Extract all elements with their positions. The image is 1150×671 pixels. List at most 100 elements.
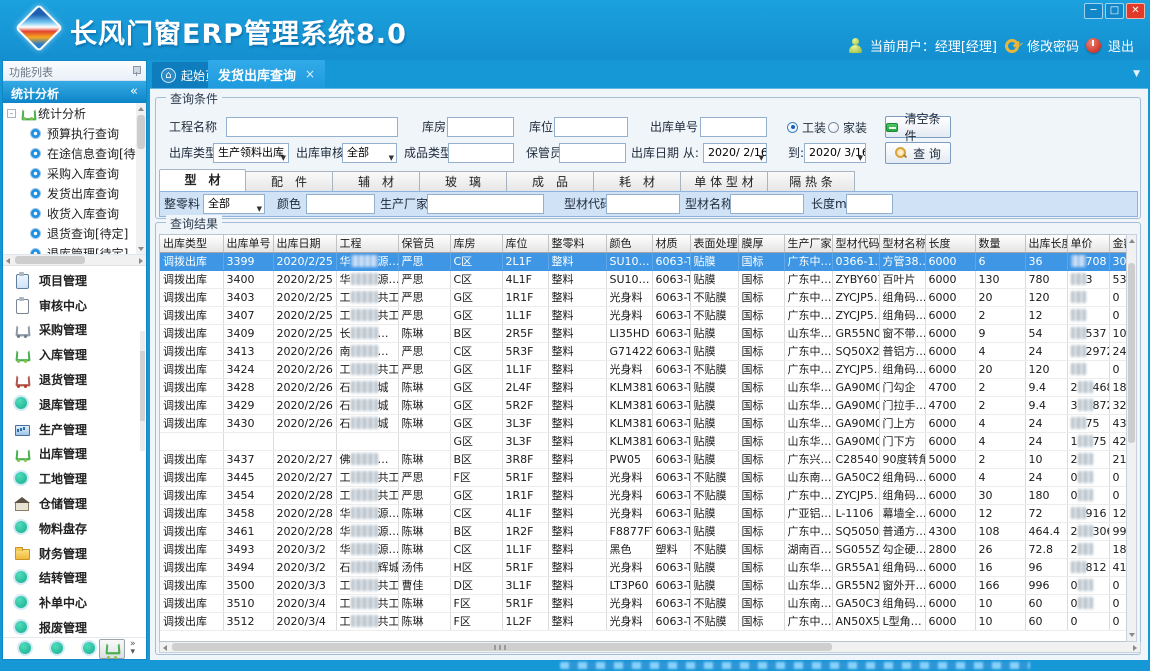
table-row[interactable]: 调拨出库35102020/3/4工共工程陈琳F区5R1F整料光身料6063-T5… [160, 594, 1130, 612]
maximize-button[interactable]: □ [1105, 3, 1124, 19]
column-header[interactable]: 颜色 [606, 235, 652, 252]
scroll-right-icon[interactable] [1133, 645, 1137, 651]
column-header[interactable]: 库房 [450, 235, 502, 252]
material-tab-8[interactable]: 隔 热 条 [768, 171, 855, 192]
material-tab-3[interactable]: 辅 材 [333, 171, 420, 192]
profile-name-input[interactable] [730, 194, 804, 214]
scrollbar-grip[interactable] [494, 645, 508, 650]
scroll-down-icon[interactable] [138, 247, 144, 251]
tree-item[interactable]: 收货入库查询 [3, 203, 146, 223]
table-row[interactable]: 调拨出库34072020/2/25工共工程严思G区1L1F整料光身料6063-T… [160, 306, 1130, 324]
sidebar-item-财务管理[interactable]: 财务管理 [3, 541, 146, 566]
sidebar-section-statistics[interactable]: 统计分析 « [3, 81, 146, 103]
column-header[interactable]: 库位 [502, 235, 548, 252]
scrollbar-thumb[interactable] [15, 256, 85, 264]
sidebar-item-采购管理[interactable]: 采购管理 [3, 318, 146, 343]
cart-shortcut-button[interactable] [99, 639, 125, 659]
table-row[interactable]: 调拨出库34292020/2/26石城陈琳G区5R2F整料KLM38176063… [160, 396, 1130, 414]
sidebar-item-结转管理[interactable]: 结转管理 [3, 566, 146, 591]
dot-icon[interactable] [19, 642, 31, 654]
dot-icon[interactable] [51, 642, 63, 654]
column-header[interactable]: 生产厂家 [784, 235, 832, 252]
logout-link[interactable]: 退出 [1108, 36, 1134, 55]
sidebar-item-补单中心[interactable]: 补单中心 [3, 590, 146, 615]
length-input[interactable] [846, 194, 893, 214]
sidebar-item-审核中心[interactable]: 审核中心 [3, 293, 146, 318]
tree-item[interactable]: 退货查询[待定] [3, 223, 146, 243]
table-row[interactable]: 调拨出库34452020/2/27工共工程严思F区5R1F整料光身料6063-T… [160, 468, 1130, 486]
column-header[interactable]: 单价 [1067, 235, 1109, 252]
location-input[interactable] [554, 117, 628, 137]
table-vertical-scrollbar[interactable] [1126, 234, 1137, 642]
material-tab-5[interactable]: 成 品 [507, 171, 594, 192]
outbound-type-select[interactable]: 生产领料出库 [213, 143, 289, 163]
overflow-button[interactable]: »▾ [130, 640, 136, 656]
date-from-picker[interactable]: 2020/ 2/16 [703, 143, 767, 163]
column-header[interactable]: 型材代码 [832, 235, 879, 252]
keeper-input[interactable] [559, 143, 626, 163]
sidebar-item-物料盘存[interactable]: 物料盘存 [3, 516, 146, 541]
tab-overflow-caret-icon[interactable]: ▼ [1133, 69, 1140, 79]
material-tab-1[interactable]: 型 材 [159, 169, 246, 192]
audit-select[interactable]: 全部 [342, 143, 397, 163]
radio-jiazhuang[interactable]: 家装 [828, 117, 867, 137]
scrollbar-thumb[interactable] [1128, 263, 1135, 443]
table-row[interactable]: 调拨出库34372020/2/27佛…陈琳B区3R8F整料PW056063-T5… [160, 450, 1130, 468]
close-button[interactable]: ✕ [1126, 3, 1145, 19]
clear-conditions-button[interactable]: 清空条件 [885, 116, 951, 138]
sidebar-item-退库管理[interactable]: 退库管理 [3, 392, 146, 417]
table-row[interactable]: 调拨出库35122020/3/4工共工程陈琳F区1L2F整料光身料6063-T5… [160, 612, 1130, 630]
column-header[interactable]: 数量 [975, 235, 1025, 252]
sidebar-item-项目管理[interactable]: 项目管理 [3, 268, 146, 293]
table-row[interactable]: 调拨出库35002020/3/3工共工程曹佳D区3L1F整料LT3P606063… [160, 576, 1130, 594]
tree-item[interactable]: 退库管理[待定] [3, 243, 146, 255]
column-header[interactable]: 保管员 [398, 235, 450, 252]
table-horizontal-scrollbar[interactable] [159, 642, 1141, 653]
scrollbar-thumb[interactable] [137, 115, 145, 149]
tab-close-icon[interactable]: × [305, 67, 315, 81]
modules-scrollbar[interactable] [140, 331, 145, 451]
table-row[interactable]: 调拨出库34032020/2/25工共工程严思G区1R1F整料光身料6063-T… [160, 288, 1130, 306]
dot-icon[interactable] [83, 642, 95, 654]
table-row[interactable]: 调拨出库34612020/2/28华源…陈琳B区1R2F整料F8877FT606… [160, 522, 1130, 540]
table-row[interactable]: 调拨出库34302020/2/26石城陈琳G区3L3F整料KLM38176063… [160, 414, 1130, 432]
search-button[interactable]: 查 询 [885, 142, 951, 164]
table-row[interactable]: 调拨出库34092020/2/25长…陈琳B区2R5F整料LI35HD6063-… [160, 324, 1130, 342]
column-header[interactable]: 出库类型 [160, 235, 223, 252]
table-row[interactable]: 调拨出库34242020/2/26工共工程严思G区1L1F整料光身料6063-T… [160, 360, 1130, 378]
table-row[interactable]: 调拨出库34542020/2/28工共工程严思G区1R1F整料光身料6063-T… [160, 486, 1130, 504]
column-header[interactable]: 整零料 [548, 235, 606, 252]
tree-horizontal-scrollbar[interactable] [3, 255, 146, 266]
material-tab-2[interactable]: 配 件 [246, 171, 333, 192]
material-tab-6[interactable]: 耗 材 [594, 171, 681, 192]
table-row[interactable]: 调拨出库34942020/3/2石辉城汤伟H区5R1F整料光身料6063-T5贴… [160, 558, 1130, 576]
scroll-down-icon[interactable] [1129, 633, 1135, 637]
scroll-right-icon[interactable] [139, 258, 143, 264]
project-name-input[interactable] [226, 117, 398, 137]
table-row[interactable]: 调拨出库34002020/2/25华源…严思C区4L1F整料SU10…6063-… [160, 270, 1130, 288]
column-header[interactable]: 长度 [925, 235, 975, 252]
scroll-up-icon[interactable] [138, 107, 144, 111]
sidebar-item-出库管理[interactable]: 出库管理 [3, 442, 146, 467]
column-header[interactable]: 工程 [336, 235, 398, 252]
material-tab-7[interactable]: 单 体 型 材 [681, 171, 768, 192]
sidebar-item-生产管理[interactable]: 生产管理 [3, 417, 146, 442]
table-row[interactable]: 调拨出库34132020/2/26南…严思C区5R3F整料G714226063-… [160, 342, 1130, 360]
collapse-icon[interactable]: « [130, 84, 138, 99]
scroll-up-icon[interactable] [1129, 239, 1135, 243]
manufacturer-input[interactable] [427, 194, 544, 214]
sidebar-item-工地管理[interactable]: 工地管理 [3, 466, 146, 491]
tree-item[interactable]: 发货出库查询 [3, 183, 146, 203]
tree-vertical-scrollbar[interactable] [136, 103, 146, 255]
column-header[interactable]: 出库单号 [223, 235, 273, 252]
column-header[interactable]: 型材名称 [879, 235, 925, 252]
tree-item[interactable]: 预算执行查询 [3, 123, 146, 143]
product-type-input[interactable] [448, 143, 514, 163]
pin-icon[interactable] [132, 66, 140, 76]
sidebar-item-仓储管理[interactable]: 仓储管理 [3, 491, 146, 516]
order-no-input[interactable] [700, 117, 767, 137]
scroll-left-icon[interactable] [6, 258, 10, 264]
column-header[interactable]: 表面处理 [690, 235, 738, 252]
tree-root[interactable]: - 统计分析 [3, 103, 146, 123]
color-input[interactable] [306, 194, 375, 214]
